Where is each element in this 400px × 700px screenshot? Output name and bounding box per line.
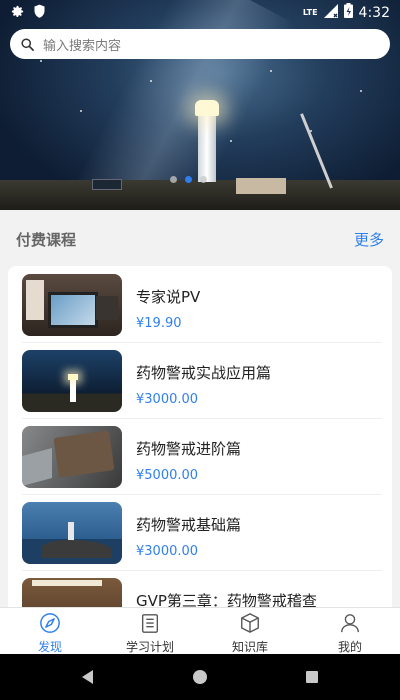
course-item[interactable]: 药物警戒实战应用篇 ¥3000.00 — [22, 342, 382, 419]
star — [270, 70, 272, 72]
house — [236, 178, 286, 194]
tab-discover[interactable]: 发现 — [0, 608, 100, 655]
course-title: 药物警戒基础篇 — [136, 516, 242, 534]
carousel-dot[interactable] — [170, 176, 177, 183]
lighthouse-tower — [198, 112, 216, 182]
carousel-dot-active[interactable] — [185, 176, 192, 183]
star — [40, 60, 42, 62]
tab-label: 我的 — [337, 640, 362, 654]
course-price: ¥3000.00 — [136, 392, 199, 407]
sign — [92, 179, 122, 190]
course-price: ¥19.90 — [136, 316, 182, 331]
course-price: ¥3000.00 — [136, 544, 199, 559]
section-title: 付费课程 — [16, 231, 77, 249]
course-title: 药物警戒进阶篇 — [136, 440, 242, 458]
bottom-nav: 发现 学习计划 知识库 我的 — [0, 607, 400, 655]
course-title: 专家说PV — [136, 288, 201, 306]
course-thumbnail — [22, 274, 122, 336]
antenna-mast — [300, 113, 333, 189]
home-icon[interactable] — [193, 670, 207, 684]
battery-icon — [343, 3, 353, 22]
clock: 4:32 — [358, 4, 390, 21]
course-item[interactable]: 专家说PV ¥19.90 — [22, 266, 382, 343]
box-icon — [239, 612, 261, 634]
star — [150, 80, 152, 82]
back-icon[interactable] — [82, 670, 93, 684]
search-bar[interactable]: 输入搜索内容 — [10, 29, 390, 59]
checklist-icon — [139, 612, 161, 634]
system-nav-bar — [0, 654, 400, 700]
course-title: 药物警戒实战应用篇 — [136, 364, 272, 382]
course-item[interactable]: 药物警戒进阶篇 ¥5000.00 — [22, 418, 382, 495]
network-type: LTE — [302, 7, 318, 17]
user-icon — [339, 612, 361, 634]
search-icon — [20, 37, 35, 52]
course-price: ¥5000.00 — [136, 468, 199, 483]
star — [360, 90, 362, 92]
course-item[interactable]: 药物警戒基础篇 ¥3000.00 — [22, 494, 382, 571]
tab-knowledge-base[interactable]: 知识库 — [200, 608, 300, 655]
course-thumbnail — [22, 502, 122, 564]
ground — [0, 180, 400, 210]
star — [80, 110, 82, 112]
course-thumbnail — [22, 350, 122, 412]
tab-study-plan[interactable]: 学习计划 — [100, 608, 200, 655]
status-bar: LTE 4:32 — [0, 0, 400, 24]
signal-icon — [323, 3, 338, 22]
carousel-indicator — [170, 176, 207, 183]
more-link[interactable]: 更多 — [354, 229, 384, 250]
carousel-dot[interactable] — [200, 176, 207, 183]
course-list: 专家说PV ¥19.90 药物警戒实战应用篇 ¥3000.00 药物警戒进阶篇 … — [8, 266, 392, 626]
tab-label: 知识库 — [231, 640, 268, 654]
course-thumbnail — [22, 426, 122, 488]
tab-label: 学习计划 — [125, 640, 174, 654]
lighthouse-lamp — [195, 100, 219, 116]
gear-icon — [10, 4, 25, 23]
tab-profile[interactable]: 我的 — [300, 608, 400, 655]
search-placeholder: 输入搜索内容 — [43, 38, 122, 54]
recent-apps-icon[interactable] — [306, 671, 318, 683]
compass-icon — [39, 612, 61, 634]
star — [230, 140, 232, 142]
shield-icon — [33, 4, 46, 23]
tab-label: 发现 — [37, 640, 62, 654]
